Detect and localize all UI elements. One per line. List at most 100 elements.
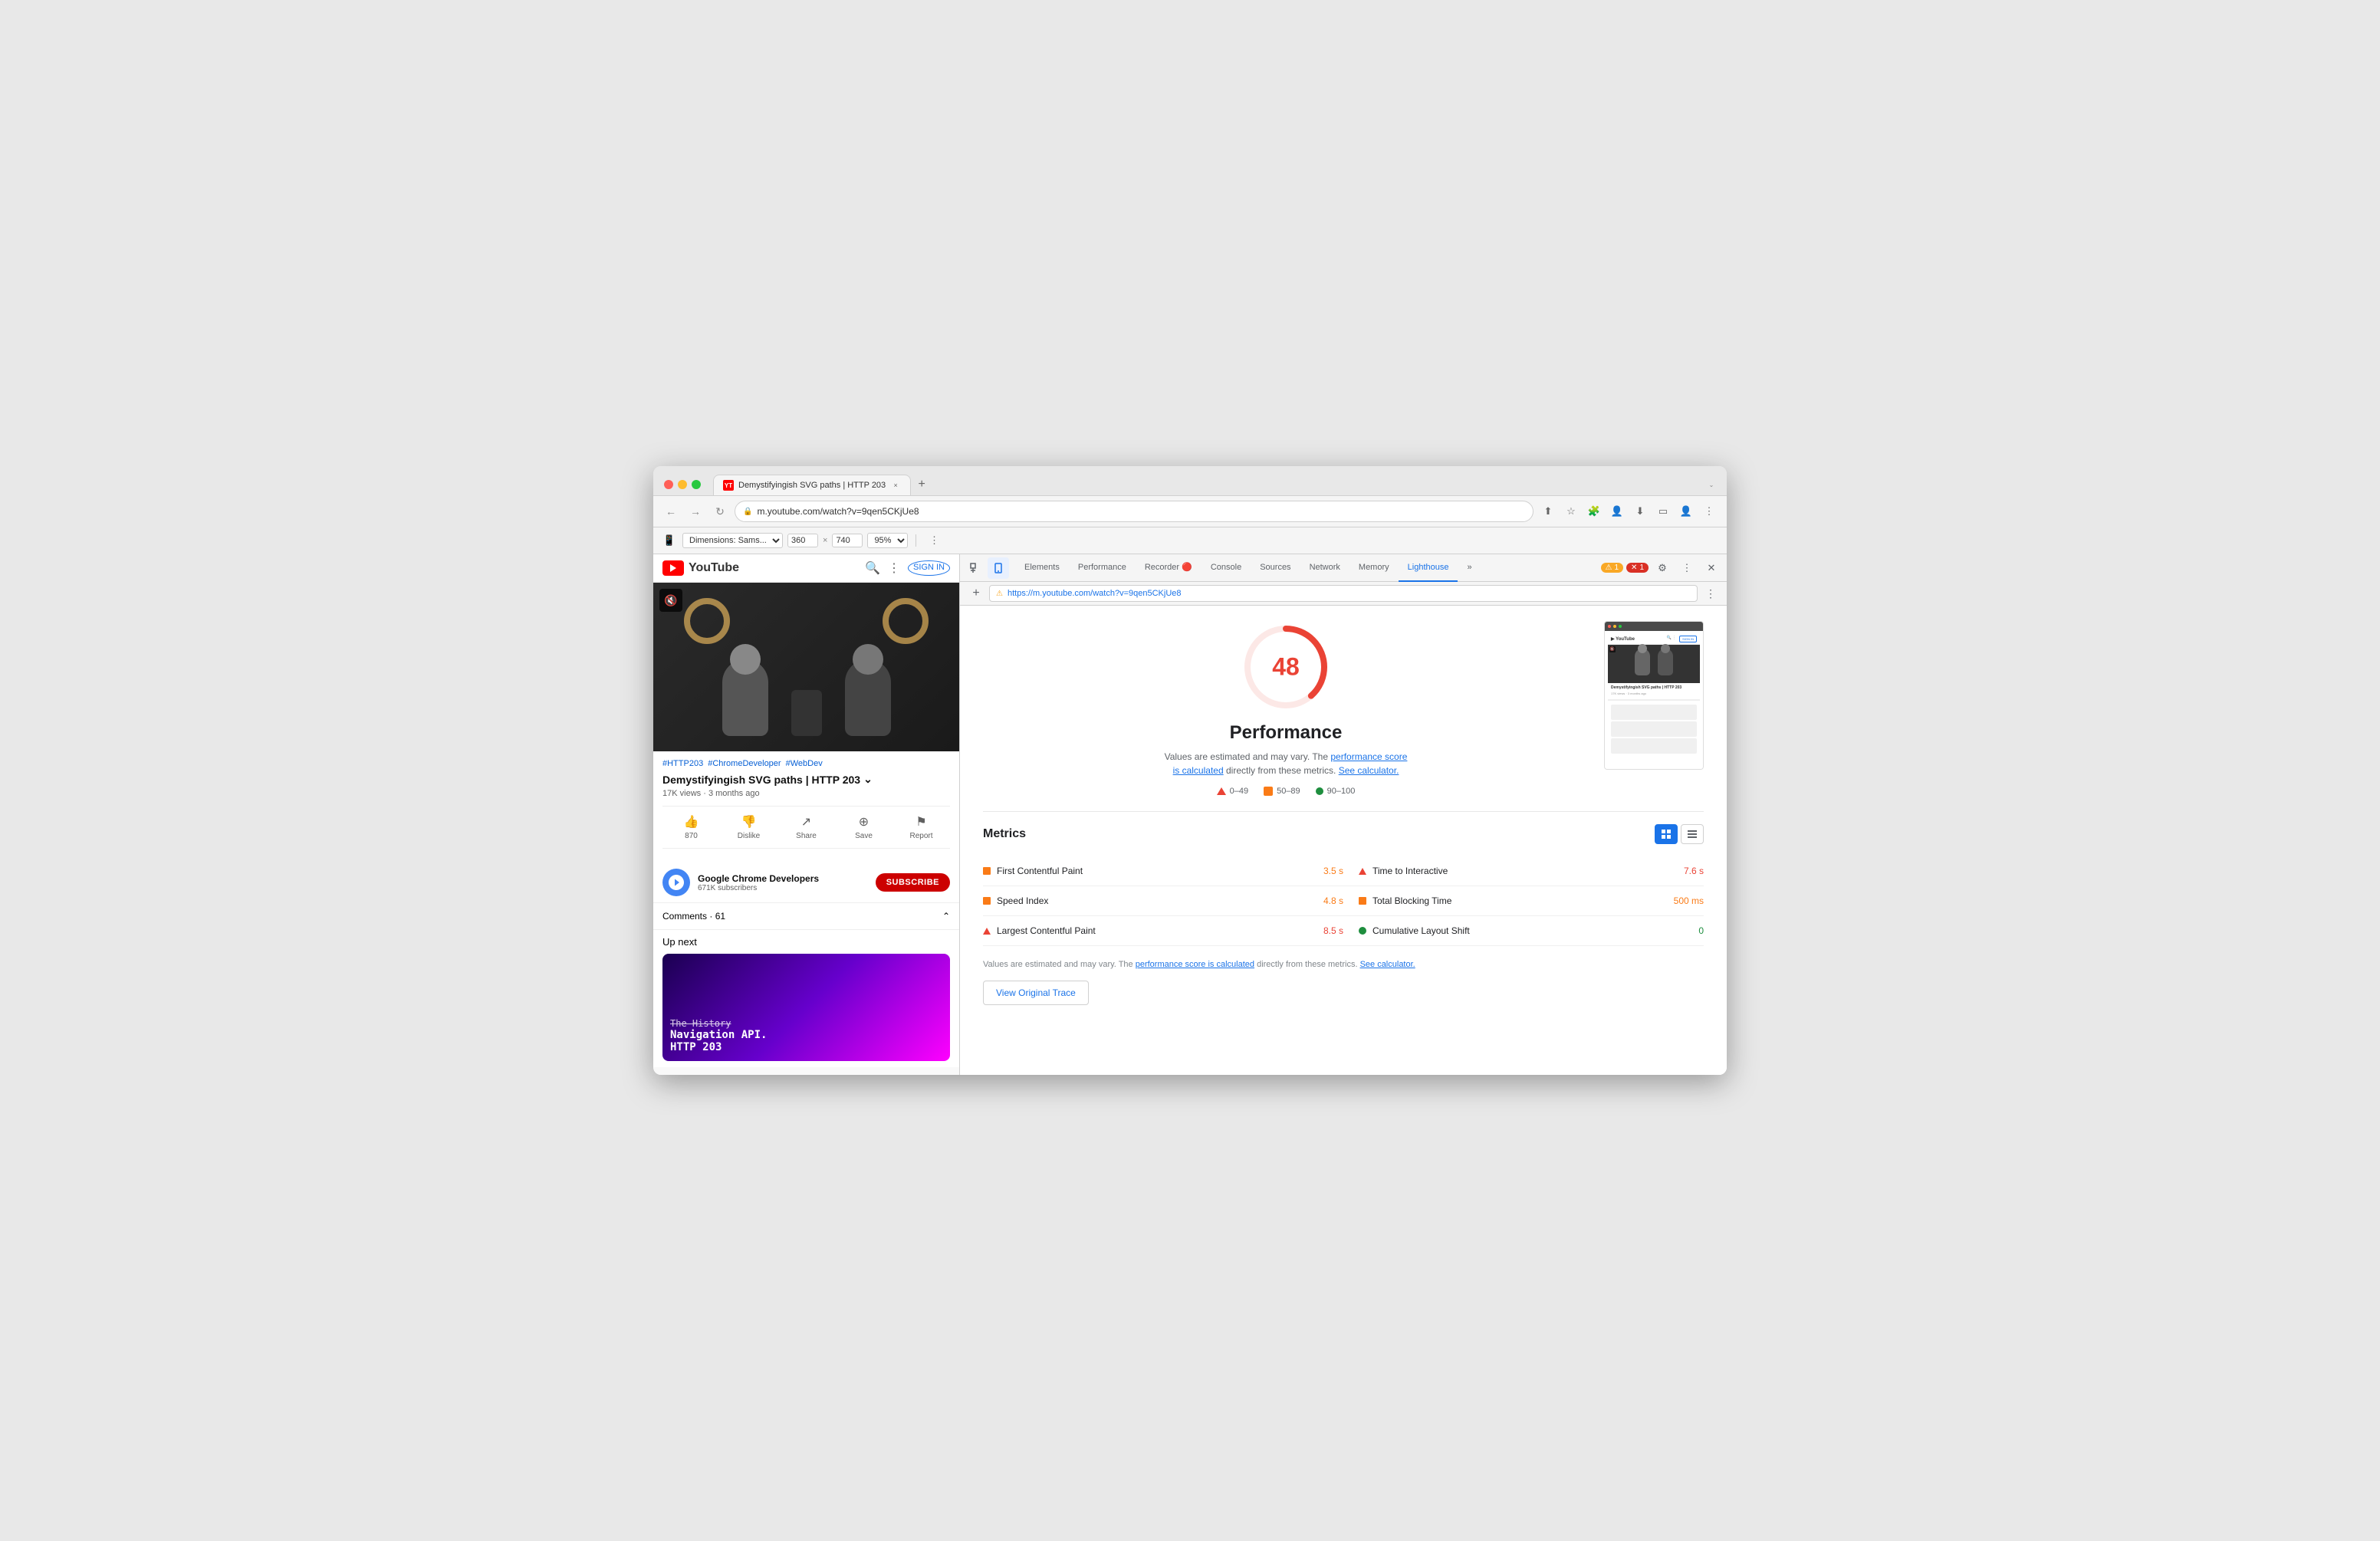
back-button[interactable]: ← (661, 501, 681, 521)
devtools-settings-button[interactable]: ⚙ (1652, 557, 1673, 579)
close-traffic-light[interactable] (664, 480, 673, 489)
legend-pass: 90–100 (1316, 787, 1356, 796)
metric-fcp: First Contentful Paint 3.5 s (983, 856, 1343, 886)
devtools-more-button[interactable]: ⋮ (1676, 557, 1698, 579)
share-button[interactable]: ↗ Share (777, 811, 835, 843)
device-selector[interactable]: Dimensions: Sams... (682, 533, 783, 548)
tab-console[interactable]: Console (1202, 554, 1251, 582)
devtools-panel: Elements Performance Recorder 🔴 Console … (960, 554, 1727, 1075)
tag-chromedeveloper[interactable]: #ChromeDeveloper (708, 759, 781, 768)
tab-lighthouse[interactable]: Lighthouse (1399, 554, 1458, 582)
metrics-section: Metrics (983, 824, 1704, 1005)
more-icon-button[interactable]: ⋮ (1699, 501, 1719, 521)
address-bar[interactable]: 🔒 m.youtube.com/watch?v=9qen5CKjUe8 (735, 501, 1534, 522)
comments-row[interactable]: Comments · 61 ⌃ (653, 903, 959, 930)
active-tab[interactable]: YT Demystifyingish SVG paths | HTTP 203 … (713, 475, 911, 495)
grid-view-button[interactable] (1655, 824, 1678, 844)
width-input[interactable] (787, 534, 818, 547)
comments-expand-icon[interactable]: ⌃ (942, 911, 950, 922)
tab-elements[interactable]: Elements (1015, 554, 1069, 582)
tab-memory[interactable]: Memory (1349, 554, 1399, 582)
fail-icon (1217, 787, 1226, 795)
video-container[interactable]: 🔇 (653, 583, 959, 751)
tag-webdev[interactable]: #WebDev (786, 759, 823, 768)
save-button[interactable]: ⊕ Save (835, 811, 893, 843)
more-icon[interactable]: ⋮ (888, 560, 900, 576)
cast-icon-button[interactable]: ▭ (1653, 501, 1673, 521)
tab-recorder[interactable]: Recorder 🔴 (1136, 554, 1202, 582)
share-icon-button[interactable]: ⬆ (1538, 501, 1558, 521)
download-icon-button[interactable]: ⬇ (1630, 501, 1650, 521)
pass-icon (1316, 787, 1323, 795)
user-icon-button[interactable]: 👤 (1676, 501, 1696, 521)
legend-average: 50–89 (1264, 787, 1300, 796)
save-icon: ⊕ (859, 814, 869, 830)
warnings-badge[interactable]: ⚠ 1 (1601, 563, 1624, 573)
add-panel-button[interactable]: + (968, 585, 985, 602)
youtube-logo-icon (662, 560, 684, 576)
inspect-element-button[interactable] (965, 557, 986, 579)
devtools-secondary-bar: + ⚠ https://m.youtube.com/watch?v=9qen5C… (960, 582, 1727, 606)
score-section: 48 Performance Values are estimated and … (983, 621, 1704, 796)
minimize-traffic-light[interactable] (678, 480, 687, 489)
up-next-thumbnail[interactable]: The History Navigation API. HTTP 203 (662, 954, 950, 1061)
tab-sources[interactable]: Sources (1251, 554, 1300, 582)
cls-indicator (1359, 927, 1366, 935)
report-icon: ⚑ (916, 814, 926, 830)
tbt-value: 500 ms (1674, 895, 1704, 906)
mute-icon[interactable]: 🔇 (659, 589, 682, 612)
fullscreen-traffic-light[interactable] (692, 480, 701, 489)
warning-url-icon: ⚠ (996, 590, 1003, 598)
tab-more[interactable]: » (1458, 554, 1481, 582)
forward-button[interactable]: → (685, 501, 705, 521)
ss-title: Demystifyingish SVG paths | HTTP 203 (1611, 685, 1697, 690)
devtools-close-button[interactable]: ✕ (1701, 557, 1722, 579)
view-trace-button[interactable]: View Original Trace (983, 981, 1089, 1005)
bottom-calculator-link[interactable]: See calculator. (1360, 960, 1415, 969)
video-meta: 17K views · 3 months ago (662, 789, 950, 798)
screenshot-panel: ▶ YouTube 🔍 ⋮ SIGN IN 🔇 (1604, 621, 1704, 770)
ss-head-right (1661, 644, 1670, 653)
tab-close-button[interactable]: × (890, 480, 901, 491)
screenshot-youtube: ▶ YouTube 🔍 ⋮ SIGN IN 🔇 (1608, 634, 1700, 766)
gauge-score: 48 (1272, 653, 1300, 682)
warning-icon: ⚠ (1606, 564, 1612, 572)
lighthouse-more-button[interactable]: ⋮ (1702, 585, 1719, 602)
tab-performance[interactable]: Performance (1069, 554, 1136, 582)
person-figure-left (722, 659, 768, 736)
screenshot-image: ▶ YouTube 🔍 ⋮ SIGN IN 🔇 (1604, 621, 1704, 770)
calculator-link[interactable]: See calculator. (1339, 765, 1399, 776)
subscribe-button[interactable]: SUBSCRIBE (876, 873, 950, 892)
more-options-button[interactable]: ⋮ (924, 531, 944, 550)
profile-icon-button[interactable]: 👤 (1607, 501, 1627, 521)
bookmark-icon-button[interactable]: ☆ (1561, 501, 1581, 521)
bottom-perf-link[interactable]: performance score is calculated (1136, 960, 1254, 969)
height-input[interactable] (832, 534, 863, 547)
person-head-right (853, 644, 883, 675)
ss-person-right (1658, 649, 1673, 675)
video-title: Demystifyingish SVG paths | HTTP 203 ⌄ (662, 773, 950, 786)
up-next-label: Up next (662, 936, 950, 948)
device-toolbar-button[interactable] (988, 557, 1009, 579)
youtube-panel: YouTube 🔍 ⋮ SIGN IN (653, 554, 960, 1075)
channel-name[interactable]: Google Chrome Developers (698, 873, 868, 884)
expand-icon[interactable]: ⌄ (863, 773, 873, 786)
account-icon[interactable]: SIGN IN (908, 560, 950, 576)
new-tab-button[interactable]: + (911, 474, 932, 495)
list-view-button[interactable] (1681, 824, 1704, 844)
window-chevron-icon[interactable]: ⌄ (1707, 480, 1716, 489)
tag-http203[interactable]: #HTTP203 (662, 759, 703, 768)
device-toggle-button[interactable]: 📱 (661, 532, 678, 549)
report-button[interactable]: ⚑ Report (893, 811, 950, 843)
tab-bar: YT Demystifyingish SVG paths | HTTP 203 … (713, 474, 1701, 495)
search-icon[interactable]: 🔍 (865, 560, 880, 576)
dislike-button[interactable]: 👎 Dislike (720, 811, 777, 843)
youtube-logo-text: YouTube (689, 561, 739, 575)
refresh-button[interactable]: ↻ (710, 501, 730, 521)
extensions-icon-button[interactable]: 🧩 (1584, 501, 1604, 521)
metric-tti: Time to Interactive 7.6 s (1343, 856, 1704, 886)
like-button[interactable]: 👍 870 (662, 811, 720, 843)
tab-network[interactable]: Network (1300, 554, 1349, 582)
zoom-selector[interactable]: 95% (867, 533, 908, 548)
errors-badge[interactable]: ✕ 1 (1626, 563, 1649, 573)
